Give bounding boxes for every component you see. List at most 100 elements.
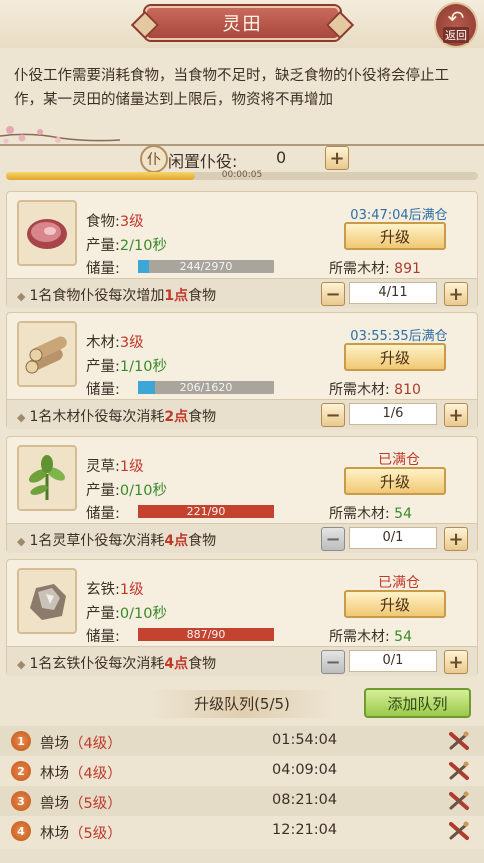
servant-plus-button[interactable]: + [444,527,468,551]
description-text: 仆役工作需要消耗食物，当食物不足时，缺乏食物的仆役将会停止工作，某一灵田的储量达… [14,68,449,108]
wood-cost-row: 所需木材: 54 [329,503,412,523]
output-rate: 1/10秒 [119,359,167,375]
diamond-icon: ◆ [17,658,26,671]
resource-level: 3级 [119,335,144,351]
cancel-x-icon [449,731,469,750]
storage-status: 已满仓 [378,452,420,468]
add-queue-button[interactable]: 添加队列 [364,688,471,718]
wood-cost-value: 810 [394,382,421,398]
servant-count: 1/6 [349,403,437,425]
storage-bar: 887/90 [138,628,274,641]
wood-cost-value: 891 [394,261,421,277]
upgrade-button[interactable]: 升级 [344,590,446,618]
wood-cost-label: 所需木材: [329,506,390,522]
storage-status: 已满仓 [378,575,420,591]
servant-plus-button[interactable]: + [444,403,468,427]
cancel-queue-button[interactable] [447,819,471,843]
resource-card: 木材:3级 产量:1/10秒 储量: 206/1620 03:55:35后满仓 … [6,312,478,429]
servant-row: ◆ 1名食物仆役每次增加1点食物 − 4/11 + [7,278,477,308]
queue-building-name: 兽场 [40,736,69,752]
queue-building-name: 兽场 [40,796,69,812]
output-label: 产量: [86,238,120,254]
queue-title: 升级队列(5/5) [150,690,334,718]
storage-bar: 206/1620 [138,381,274,394]
note-number: 1点 [164,288,189,304]
cancel-queue-button[interactable] [447,729,471,753]
queue-time: 04:09:04 [272,762,338,778]
back-button[interactable]: ↶ 返回 [434,2,478,48]
idle-servants-value: 0 [276,148,287,167]
queue-row: 3 兽场（5级） 08:21:04 [0,786,484,816]
storage-label: 储量: [86,629,120,645]
plus-icon: + [448,528,464,550]
bottom-strip [0,849,484,863]
queue-time: 08:21:04 [272,792,338,808]
queue-building-level: （5级） [69,796,122,812]
storage-text: 221/90 [186,505,226,518]
output-label: 产量: [86,359,120,375]
title-plate: 灵田 [145,6,340,40]
cancel-queue-button[interactable] [447,789,471,813]
queue-row: 2 林场（4级） 04:09:04 [0,756,484,786]
servant-plus-button[interactable]: + [444,282,468,306]
header-bar: 灵田 ↶ 返回 [0,0,484,48]
queue-building-name: 林场 [40,766,69,782]
output-row: 产量:2/10秒 [86,234,167,255]
servant-minus-button[interactable]: − [321,527,345,551]
wood-cost-value: 54 [394,506,412,522]
minus-icon: − [325,283,341,305]
servant-minus-button[interactable]: − [321,282,345,306]
note-text: 1名灵草仆役每次消耗 [29,533,165,549]
queue-building-level: （5级） [69,826,122,842]
iron-ore-icon [30,584,66,620]
output-row: 产量:0/10秒 [86,479,167,500]
upgrade-button[interactable]: 升级 [344,467,446,495]
servant-row: ◆ 1名木材仆役每次消耗2点食物 − 1/6 + [7,399,477,429]
wood-cost-row: 所需木材: 891 [329,258,421,278]
upgrade-button[interactable]: 升级 [344,222,446,250]
queue-building-level: （4级） [69,766,122,782]
resource-name-row: 玄铁:1级 [86,578,144,599]
wood-cost-value: 54 [394,629,412,645]
resource-name: 食物: [86,214,120,230]
resource-level: 1级 [119,582,144,598]
plus-icon: + [329,147,345,169]
queue-number-badge: 2 [11,761,31,781]
queue-building-level: （4级） [69,736,122,752]
servant-count: 4/11 [349,282,437,304]
queue-row: 4 林场（5级） 12:21:04 [0,816,484,846]
resource-name-row: 木材:3级 [86,331,144,352]
servant-minus-button[interactable]: − [321,650,345,674]
servant-plus-button[interactable]: + [444,650,468,674]
resource-level: 3级 [119,214,144,230]
queue-building: 兽场（5级） [40,792,122,813]
storage-text: 887/90 [186,628,226,641]
wood-cost-label: 所需木材: [329,629,390,645]
servant-note: ◆ 1名玄铁仆役每次消耗4点食物 [17,653,216,673]
minus-icon: − [325,528,341,550]
idle-plus-button[interactable]: + [325,146,349,170]
minus-icon: − [325,404,341,426]
servant-note: ◆ 1名食物仆役每次增加1点食物 [17,285,216,305]
cancel-x-icon [449,791,469,810]
servant-minus-button[interactable]: − [321,403,345,427]
diamond-icon: ◆ [17,290,26,303]
plus-icon: + [448,651,464,673]
resource-icon-box [17,568,77,634]
plus-icon: + [448,404,464,426]
cancel-queue-button[interactable] [447,759,471,783]
herb-icon [28,455,66,500]
diamond-icon: ◆ [17,411,26,424]
resource-name-row: 食物:3级 [86,210,144,231]
resource-name: 灵草: [86,459,120,475]
resource-card: 灵草:1级 产量:0/10秒 储量: 221/90 已满仓 升级 所需木材: 5… [6,436,478,553]
resource-card: 食物:3级 产量:2/10秒 储量: 244/2970 03:47:04后满仓 … [6,191,478,308]
resource-name: 木材: [86,335,120,351]
cancel-x-icon [449,821,469,840]
upgrade-button[interactable]: 升级 [344,343,446,371]
storage-label: 储量: [86,382,120,398]
note-suffix: 食物 [188,288,217,304]
servant-icon: 仆 [140,145,168,173]
meat-icon [27,219,67,249]
queue-building-name: 林场 [40,826,69,842]
